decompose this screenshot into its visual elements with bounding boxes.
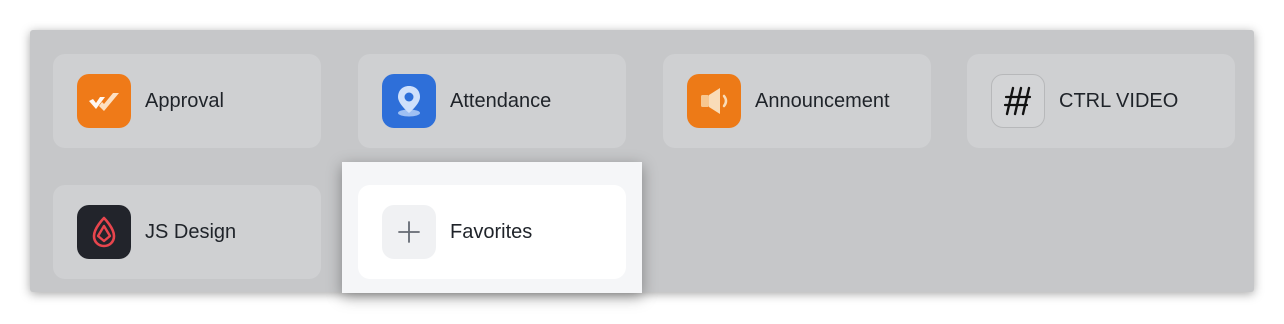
favorites-highlight: Favorites <box>342 162 642 293</box>
app-label: Approval <box>145 89 224 112</box>
app-tile-attendance[interactable]: Attendance <box>358 54 626 148</box>
app-tile-js-design[interactable]: JS Design <box>53 185 321 279</box>
app-label: JS Design <box>145 220 237 243</box>
plus-icon <box>382 205 436 259</box>
favorites-tile[interactable]: Favorites <box>358 185 626 279</box>
megaphone-icon <box>687 74 741 128</box>
favorites-label: Favorites <box>450 220 533 243</box>
app-tile-approval[interactable]: Approval <box>53 54 321 148</box>
approval-check-icon <box>77 74 131 128</box>
js-design-logo-icon <box>77 205 131 259</box>
app-label: Attendance <box>450 89 552 112</box>
app-label: Announcement <box>755 89 890 112</box>
app-tile-announcement[interactable]: Announcement <box>663 54 931 148</box>
app-label: CTRL VIDEO <box>1059 89 1179 112</box>
location-pin-icon <box>382 74 436 128</box>
ctrl-video-logo-icon <box>991 74 1045 128</box>
app-tile-ctrl-video[interactable]: CTRL VIDEO <box>967 54 1235 148</box>
app-grid-panel: Approval Attendance Announcement CTRL VI… <box>30 30 1254 292</box>
